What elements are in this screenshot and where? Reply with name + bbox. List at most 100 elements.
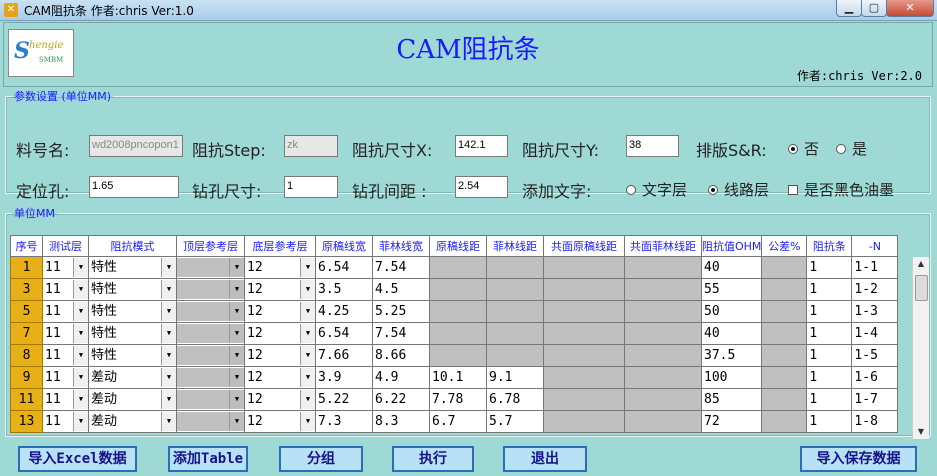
- top-ref-select-cell[interactable]: ▼: [176, 300, 245, 323]
- orig-width-cell[interactable]: 5.22: [315, 388, 373, 411]
- test-layer-select-cell[interactable]: 11 ▼: [42, 388, 89, 411]
- row-seq[interactable]: 11: [10, 388, 43, 411]
- orig-space-cell[interactable]: [429, 344, 487, 367]
- film-space-cell[interactable]: [486, 278, 544, 301]
- arrow-down-icon[interactable]: ▼: [913, 425, 929, 439]
- step-input[interactable]: zk: [284, 135, 338, 157]
- bottom-ref-select-cell[interactable]: 12 ▼: [244, 344, 316, 367]
- bottom-ref-select-cell[interactable]: 12 ▼: [244, 322, 316, 345]
- mode-select[interactable]: 差动 ▼: [89, 390, 176, 409]
- text-layer-radio[interactable]: 文字层: [626, 179, 687, 200]
- bottom-ref-select[interactable]: 12 ▼: [245, 302, 315, 321]
- coplanar-orig-cell[interactable]: [543, 256, 625, 279]
- test-layer-select-cell[interactable]: 11 ▼: [42, 278, 89, 301]
- ohm-cell[interactable]: 50: [700, 300, 763, 323]
- add-table-button[interactable]: 添加Table: [168, 446, 248, 472]
- maximize-button[interactable]: ▢: [861, 0, 887, 17]
- chevron-down-icon[interactable]: ▼: [73, 280, 88, 299]
- n-cell[interactable]: 1-2: [851, 278, 899, 301]
- test-layer-select[interactable]: 11 ▼: [43, 302, 88, 321]
- coplanar-orig-cell[interactable]: [543, 366, 625, 389]
- chevron-down-icon[interactable]: ▼: [73, 346, 88, 365]
- tolerance-cell[interactable]: [761, 366, 808, 389]
- chevron-down-icon[interactable]: ▼: [161, 390, 176, 409]
- exit-button[interactable]: 退出: [503, 446, 587, 472]
- chevron-down-icon[interactable]: ▼: [300, 390, 315, 409]
- tolerance-cell[interactable]: [761, 256, 808, 279]
- orig-width-cell[interactable]: 6.54: [315, 322, 373, 345]
- top-ref-select[interactable]: ▼: [177, 324, 244, 343]
- bottom-ref-select[interactable]: 12 ▼: [245, 258, 315, 277]
- test-layer-select-cell[interactable]: 11 ▼: [42, 300, 89, 323]
- bottom-ref-select-cell[interactable]: 12 ▼: [244, 388, 316, 411]
- mode-select-cell[interactable]: 特性 ▼: [88, 256, 177, 279]
- strip-cell[interactable]: 1: [806, 278, 853, 301]
- test-layer-select-cell[interactable]: 11 ▼: [42, 410, 89, 433]
- n-cell[interactable]: 1-7: [851, 388, 899, 411]
- strip-cell[interactable]: 1: [806, 366, 853, 389]
- row-seq[interactable]: 7: [10, 322, 43, 345]
- import-excel-button[interactable]: 导入Excel数据: [18, 446, 137, 472]
- coplanar-orig-cell[interactable]: [543, 344, 625, 367]
- execute-button[interactable]: 执行: [392, 446, 474, 472]
- bottom-ref-select[interactable]: 12 ▼: [245, 346, 315, 365]
- chevron-down-icon[interactable]: ▼: [161, 368, 176, 387]
- coplanar-orig-cell[interactable]: [543, 322, 625, 345]
- n-cell[interactable]: 1-6: [851, 366, 899, 389]
- chevron-down-icon[interactable]: ▼: [73, 302, 88, 321]
- mode-select-cell[interactable]: 特性 ▼: [88, 278, 177, 301]
- strip-cell[interactable]: 1: [806, 322, 853, 345]
- chevron-down-icon[interactable]: ▼: [300, 302, 315, 321]
- chevron-down-icon[interactable]: ▼: [300, 346, 315, 365]
- test-layer-select[interactable]: 11 ▼: [43, 258, 88, 277]
- chevron-down-icon[interactable]: ▼: [73, 412, 88, 431]
- orig-width-cell[interactable]: 3.9: [315, 366, 373, 389]
- size-y-input[interactable]: 38: [626, 135, 679, 157]
- mode-select[interactable]: 差动 ▼: [89, 368, 176, 387]
- coplanar-film-cell[interactable]: [624, 300, 702, 323]
- bottom-ref-select[interactable]: 12 ▼: [245, 280, 315, 299]
- coplanar-film-cell[interactable]: [624, 366, 702, 389]
- coplanar-film-cell[interactable]: [624, 344, 702, 367]
- mode-select[interactable]: 特性 ▼: [89, 302, 176, 321]
- top-ref-select-cell[interactable]: ▼: [176, 278, 245, 301]
- table-scrollbar[interactable]: ▲ ▼: [912, 257, 929, 439]
- chevron-down-icon[interactable]: ▼: [229, 346, 244, 365]
- group-button[interactable]: 分组: [279, 446, 363, 472]
- top-ref-select[interactable]: ▼: [177, 258, 244, 277]
- bottom-ref-select[interactable]: 12 ▼: [245, 412, 315, 431]
- bottom-ref-select-cell[interactable]: 12 ▼: [244, 410, 316, 433]
- chevron-down-icon[interactable]: ▼: [229, 302, 244, 321]
- bottom-ref-select-cell[interactable]: 12 ▼: [244, 300, 316, 323]
- film-width-cell[interactable]: 4.9: [372, 366, 430, 389]
- chevron-down-icon[interactable]: ▼: [229, 258, 244, 277]
- mode-select-cell[interactable]: 差动 ▼: [88, 410, 177, 433]
- arrow-up-icon[interactable]: ▲: [913, 257, 929, 271]
- film-space-cell[interactable]: 5.7: [486, 410, 544, 433]
- ohm-cell[interactable]: 85: [700, 388, 763, 411]
- chevron-down-icon[interactable]: ▼: [300, 368, 315, 387]
- material-input[interactable]: wd2008pncopon1: [89, 135, 183, 157]
- locate-hole-input[interactable]: 1.65: [89, 176, 179, 198]
- film-space-cell[interactable]: [486, 344, 544, 367]
- chevron-down-icon[interactable]: ▼: [300, 412, 315, 431]
- film-space-cell[interactable]: [486, 322, 544, 345]
- test-layer-select-cell[interactable]: 11 ▼: [42, 366, 89, 389]
- strip-cell[interactable]: 1: [806, 388, 853, 411]
- film-width-cell[interactable]: 7.54: [372, 322, 430, 345]
- ohm-cell[interactable]: 55: [700, 278, 763, 301]
- film-width-cell[interactable]: 5.25: [372, 300, 430, 323]
- n-cell[interactable]: 1-5: [851, 344, 899, 367]
- row-seq[interactable]: 8: [10, 344, 43, 367]
- row-seq[interactable]: 5: [10, 300, 43, 323]
- chevron-down-icon[interactable]: ▼: [229, 412, 244, 431]
- scroll-thumb[interactable]: [915, 275, 928, 301]
- top-ref-select-cell[interactable]: ▼: [176, 366, 245, 389]
- coplanar-orig-cell[interactable]: [543, 410, 625, 433]
- chevron-down-icon[interactable]: ▼: [229, 280, 244, 299]
- line-layer-radio[interactable]: 线路层: [708, 179, 769, 200]
- ohm-cell[interactable]: 100: [700, 366, 763, 389]
- tolerance-cell[interactable]: [761, 300, 808, 323]
- mode-select[interactable]: 差动 ▼: [89, 412, 176, 431]
- snr-yes-radio[interactable]: 是: [836, 138, 867, 159]
